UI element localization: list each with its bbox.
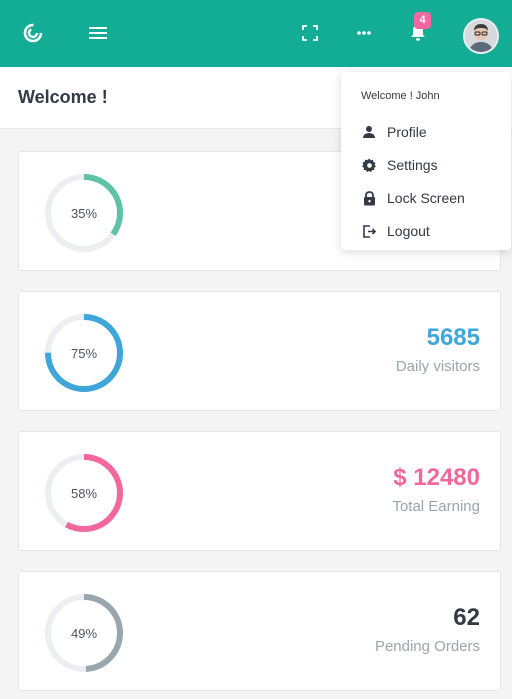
stat-card: 58% $ 12480 Total Earning xyxy=(18,431,501,551)
logout-icon xyxy=(361,223,377,239)
profile-dropdown: Welcome ! John Profile Settings Lock Scr… xyxy=(341,72,511,250)
progress-percent: 58% xyxy=(70,485,98,501)
menu-item-lock-screen[interactable]: Lock Screen xyxy=(361,188,465,208)
progress-donut: 35% xyxy=(44,173,124,253)
menu-item-logout[interactable]: Logout xyxy=(361,221,430,241)
logo-swirl-icon[interactable] xyxy=(18,18,48,48)
stat-value: 5685 xyxy=(426,324,480,351)
more-dots-icon[interactable] xyxy=(349,18,379,48)
stat-value: 62 xyxy=(453,604,480,631)
menu-item-label: Profile xyxy=(387,124,427,140)
progress-donut: 49% xyxy=(44,593,124,673)
stat-label: Total Earning xyxy=(392,498,480,515)
user-icon xyxy=(361,124,377,140)
stat-label: Pending Orders xyxy=(374,638,480,655)
progress-percent: 35% xyxy=(70,205,98,221)
progress-donut: 58% xyxy=(44,453,124,533)
topbar: 4 xyxy=(0,0,512,67)
progress-percent: 49% xyxy=(70,625,98,641)
dropdown-greeting: Welcome ! John xyxy=(361,90,440,102)
gear-icon xyxy=(361,157,377,173)
menu-item-label: Settings xyxy=(387,157,438,173)
avatar[interactable] xyxy=(463,18,499,54)
stat-card: 75% 5685 Daily visitors xyxy=(18,291,501,411)
progress-donut: 75% xyxy=(44,313,124,393)
progress-percent: 75% xyxy=(70,345,98,361)
fullscreen-icon[interactable] xyxy=(295,18,325,48)
hamburger-icon[interactable] xyxy=(83,18,113,48)
lock-icon xyxy=(361,190,377,206)
stat-label: Daily visitors xyxy=(395,358,480,375)
stat-card: 49% 62 Pending Orders xyxy=(18,571,501,691)
menu-item-profile[interactable]: Profile xyxy=(361,122,427,142)
menu-item-label: Lock Screen xyxy=(387,190,465,206)
menu-item-settings[interactable]: Settings xyxy=(361,155,438,175)
notification-badge: 4 xyxy=(414,12,431,29)
menu-item-label: Logout xyxy=(387,223,430,239)
stat-value: $ 12480 xyxy=(393,464,480,491)
page-title: Welcome ! xyxy=(18,87,108,107)
